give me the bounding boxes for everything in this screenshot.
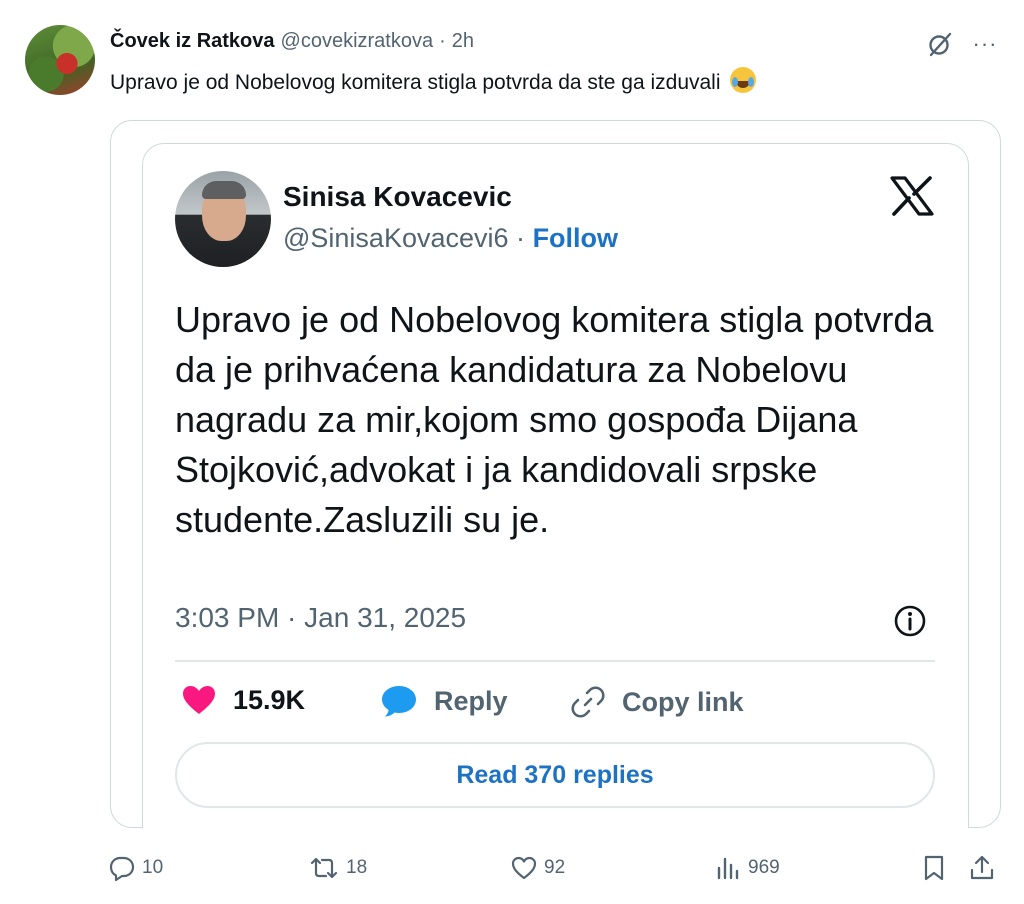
views-button[interactable]: 969 [714, 846, 780, 890]
author-name[interactable]: Čovek iz Ratkova [110, 30, 275, 53]
heart-icon [183, 686, 215, 714]
embed-reply-label: Reply [434, 685, 508, 716]
grok-icon[interactable] [926, 30, 954, 58]
embed-divider [175, 660, 935, 662]
separator-dot: · [439, 30, 446, 52]
share-button[interactable] [968, 846, 996, 890]
embed-reply-button[interactable]: Reply [380, 684, 508, 718]
repost-icon [310, 857, 338, 879]
post-text-content: Upravo je od Nobelovog komitera stigla p… [110, 71, 721, 94]
reply-bubble-icon [382, 686, 416, 717]
heart-outline-icon [511, 856, 537, 880]
repost-count: 18 [346, 857, 368, 878]
analytics-icon [717, 857, 739, 880]
embed-author-handle[interactable]: @SinisaKovacevi6 [283, 223, 509, 253]
embed-like-button[interactable]: 15.9K [181, 684, 305, 716]
reply-button[interactable]: 10 [108, 846, 163, 890]
read-replies-button[interactable]: Read 370 replies [175, 742, 935, 808]
copy-link-label: Copy link [622, 686, 744, 717]
repost-button[interactable]: 18 [308, 846, 367, 890]
author-handle[interactable]: @covekizratkova [281, 30, 434, 53]
post-action-bar: 10 18 92 969 [0, 846, 1024, 890]
follow-link[interactable]: Follow [533, 223, 618, 253]
embed-author-avatar[interactable] [175, 171, 271, 267]
embedded-tweet[interactable]: Sinisa Kovacevic @SinisaKovacevi6 · Foll… [142, 143, 969, 828]
share-icon [970, 855, 994, 880]
post: Čovek iz Ratkova @covekizratkova · 2h ··… [0, 0, 1024, 904]
reply-icon [109, 856, 135, 882]
link-icon [571, 686, 605, 718]
embed-clip: Sinisa Kovacevic @SinisaKovacevi6 · Foll… [110, 120, 1001, 828]
x-logo-icon[interactable] [890, 176, 934, 216]
like-button[interactable]: 92 [510, 846, 565, 890]
info-icon[interactable] [893, 604, 927, 638]
bookmark-icon [924, 855, 944, 881]
face-with-tears-of-joy-icon [730, 67, 757, 93]
like-count: 92 [544, 857, 566, 878]
embed-handle-row: @SinisaKovacevi6 · Follow [283, 223, 618, 254]
bookmark-button[interactable] [920, 846, 948, 890]
author-avatar[interactable] [25, 25, 95, 95]
post-header: Čovek iz Ratkova @covekizratkova · 2h [110, 30, 474, 53]
embed-author-name[interactable]: Sinisa Kovacevic [283, 181, 512, 213]
separator-dot: · [516, 223, 526, 253]
copy-link-button[interactable]: Copy link [570, 684, 744, 720]
post-text: Upravo je od Nobelovog komitera stigla p… [110, 67, 757, 95]
reply-count: 10 [142, 857, 164, 878]
embed-like-count: 15.9K [233, 684, 306, 715]
more-options-icon[interactable]: ··· [970, 30, 1000, 58]
post-time[interactable]: 2h [452, 30, 474, 53]
embed-timestamp[interactable]: 3:03 PM · Jan 31, 2025 [175, 602, 466, 634]
embed-body-text: Upravo je od Nobelovog komitera stigla p… [175, 299, 934, 540]
views-count: 969 [748, 857, 780, 878]
